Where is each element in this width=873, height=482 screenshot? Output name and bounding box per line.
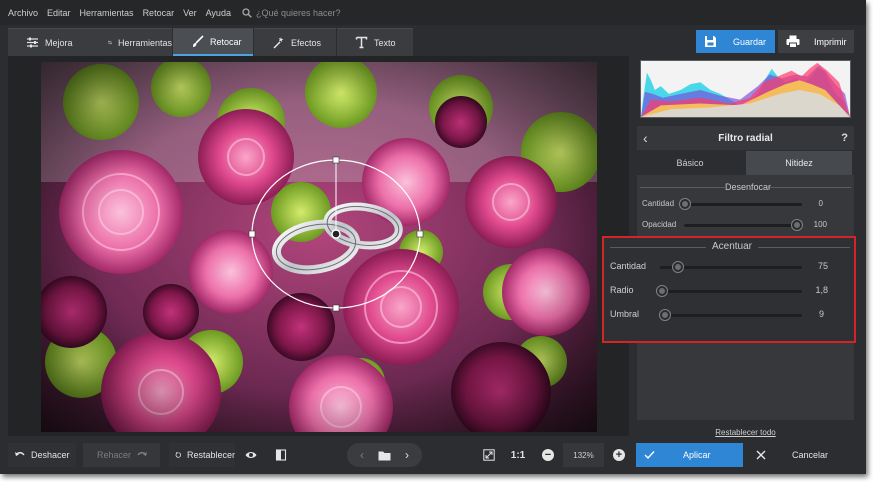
sharpen-amount-label: Cantidad (610, 261, 647, 271)
print-button[interactable]: Imprimir (778, 30, 854, 53)
subtab-nitidez[interactable]: Nitidez (746, 151, 852, 175)
blur-opacity-label: Opacidad (642, 220, 677, 229)
image-canvas[interactable] (8, 56, 629, 436)
sharpen-threshold-label: Umbral (610, 309, 640, 319)
reset-all-link[interactable]: Restablecer todo (637, 428, 854, 437)
zoom-level-field[interactable]: 132% (563, 443, 604, 467)
redo-icon (137, 452, 148, 456)
search-icon (242, 7, 252, 18)
menu-item-retocar[interactable]: Retocar (143, 8, 175, 18)
divider (758, 247, 850, 248)
blur-opacity-slider[interactable] (684, 224, 802, 227)
fit-screen-icon (483, 449, 495, 461)
subtab-bar: Básico Nitidez (637, 151, 854, 175)
text-icon (355, 36, 368, 49)
folder-icon[interactable] (378, 450, 391, 461)
compare-icon (275, 449, 287, 461)
next-arrow-icon[interactable]: › (405, 448, 409, 462)
plus-icon: + (613, 449, 625, 461)
tab-label: Herramientas (117, 37, 172, 48)
cancel-label: Cancelar (792, 450, 829, 460)
menu-item-ver[interactable]: Ver (183, 8, 197, 18)
preview-button[interactable] (241, 443, 261, 467)
divider (640, 187, 725, 188)
checkmark-icon (644, 451, 655, 460)
menu-item-editar[interactable]: Editar (47, 8, 71, 18)
sharpen-radius-thumb[interactable] (657, 286, 667, 296)
sharpen-section-title: Acentuar (711, 241, 753, 252)
flower-bouquet-photo[interactable] (41, 62, 597, 432)
app-window: Archivo Editar Herramientas Retocar Ver … (0, 0, 866, 474)
blur-amount-slider[interactable] (684, 203, 802, 206)
histogram (640, 60, 851, 118)
blur-amount-label: Cantidad (642, 199, 675, 208)
sharpen-amount-value: 75 (817, 261, 828, 271)
print-label: Imprimir (814, 36, 847, 47)
reset-icon (175, 452, 181, 458)
zoom-in-button[interactable]: + (609, 443, 629, 467)
sharpen-threshold-thumb[interactable] (660, 310, 670, 320)
fit-to-screen-button[interactable] (479, 443, 499, 467)
eye-icon (245, 452, 257, 458)
blur-amount-thumb[interactable] (680, 199, 690, 209)
floppy-disk-icon (705, 36, 716, 47)
search-box[interactable]: ¿Qué quieres hacer? (242, 8, 341, 18)
tab-retocar[interactable]: Retocar (173, 28, 253, 56)
help-icon[interactable]: ? (841, 132, 848, 144)
tab-label: Efectos (291, 37, 322, 48)
panel-header: ‹ Filtro radial ? (637, 126, 854, 150)
reset-label: Restablecer (186, 450, 235, 460)
sharpen-radius-label: Radio (610, 285, 634, 295)
undo-icon (15, 452, 25, 456)
tab-label: Mejora (45, 37, 73, 48)
close-icon (756, 450, 766, 460)
apply-button[interactable]: Aplicar (636, 443, 743, 467)
compare-button[interactable] (271, 443, 291, 467)
tab-herramientas[interactable]: Herramientas (90, 28, 172, 56)
menu-item-archivo[interactable]: Archivo (8, 8, 38, 18)
tab-efectos[interactable]: Efectos (254, 28, 336, 56)
undo-button[interactable]: Deshacer (8, 443, 76, 467)
save-button[interactable]: Guardar (696, 30, 775, 53)
panel-title: Filtro radial (718, 132, 773, 144)
tab-label: Texto (374, 37, 396, 48)
sliders-icon (27, 37, 38, 48)
redo-button[interactable]: Rehacer (83, 443, 160, 467)
save-label: Guardar (733, 36, 767, 47)
blur-section-title: Desenfocar (725, 182, 772, 192)
undo-label: Deshacer (31, 450, 70, 460)
tab-mejora[interactable]: Mejora (8, 28, 90, 56)
cancel-button[interactable]: Cancelar (748, 443, 854, 467)
sharpen-amount-thumb[interactable] (673, 262, 683, 272)
search-placeholder: ¿Qué quieres hacer? (255, 7, 341, 18)
apply-label: Aplicar (683, 450, 711, 460)
blur-opacity-value: 100 (813, 220, 827, 229)
divider (768, 187, 851, 188)
menu-item-ayuda[interactable]: Ayuda (206, 8, 231, 18)
actual-size-button[interactable]: 1:1 (506, 443, 530, 467)
divider (610, 247, 706, 248)
tab-texto[interactable]: Texto (337, 28, 413, 56)
sharpen-radius-slider[interactable] (660, 290, 802, 293)
sharpen-threshold-slider[interactable] (660, 314, 802, 317)
blur-amount-value: 0 (818, 199, 823, 208)
previous-arrow-icon[interactable]: ‹ (360, 448, 364, 462)
navigation-group: ‹ › (347, 443, 422, 467)
printer-icon (786, 35, 800, 48)
back-arrow-icon[interactable]: ‹ (643, 130, 648, 146)
blur-opacity-thumb[interactable] (792, 220, 802, 230)
sharpen-threshold-value: 9 (818, 309, 824, 319)
subtab-basico[interactable]: Básico (637, 151, 743, 175)
brush-icon (193, 35, 204, 47)
zoom-out-button[interactable]: − (538, 443, 558, 467)
reset-button[interactable]: Restablecer (169, 443, 235, 467)
sharpen-radius-value: 1,8 (815, 285, 828, 295)
crop-icon (108, 40, 112, 45)
menu-bar: Archivo Editar Herramientas Retocar Ver … (0, 0, 866, 25)
tab-label: Retocar (210, 36, 242, 47)
magic-wand-icon (273, 37, 284, 49)
minus-icon: − (542, 449, 554, 461)
menu-item-herramientas[interactable]: Herramientas (80, 8, 134, 18)
redo-label: Rehacer (97, 450, 132, 460)
